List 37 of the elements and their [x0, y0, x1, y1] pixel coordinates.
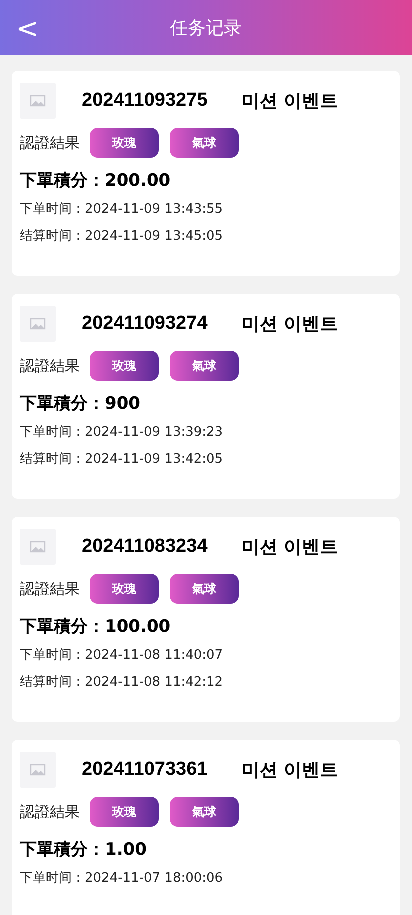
- record-title: 미션 이벤트: [242, 536, 338, 559]
- result-label: 認證結果: [20, 134, 80, 152]
- image-placeholder-icon: [20, 752, 56, 788]
- result-label: 認證結果: [20, 356, 80, 376]
- result-label: 認證結果: [20, 580, 80, 598]
- result-tag[interactable]: 玫瑰: [90, 797, 159, 827]
- back-button[interactable]: <: [8, 8, 48, 49]
- record-title: 미션 이벤트: [242, 90, 338, 113]
- order-time: 下单时间：2024-11-08 11:40:07: [20, 647, 224, 665]
- result-tag[interactable]: 氣球: [170, 797, 239, 827]
- order-number: 202411093274: [82, 313, 208, 335]
- order-number: 202411073361: [82, 759, 208, 781]
- settle-time: 结算时间：2024-11-09 13:45:05: [20, 228, 224, 246]
- settle-time: 结算时间：2024-11-09 13:42:05: [20, 451, 224, 469]
- result-tag[interactable]: 玫瑰: [90, 128, 159, 158]
- result-tag[interactable]: 玫瑰: [90, 351, 159, 381]
- order-time: 下单时间：2024-11-09 13:43:55: [20, 201, 224, 219]
- result-tag[interactable]: 氣球: [170, 128, 239, 158]
- order-time: 下单时间：2024-11-07 18:00:06: [20, 870, 224, 888]
- points-text: 下單積分：200.00: [20, 170, 172, 192]
- points-text: 下單積分：1.00: [20, 839, 148, 861]
- record-title: 미션 이벤트: [242, 759, 338, 782]
- order-number: 202411093275: [82, 90, 208, 112]
- result-label: 認證結果: [20, 802, 80, 822]
- image-placeholder-icon: [20, 306, 56, 342]
- page-title: 任务记录: [170, 16, 242, 40]
- points-text: 下單積分：100.00: [20, 616, 172, 638]
- settle-time: 结算时间：2024-11-08 11:42:12: [20, 674, 224, 692]
- result-tag[interactable]: 氣球: [170, 351, 239, 381]
- image-placeholder-icon: [20, 529, 56, 565]
- order-number: 202411083234: [82, 536, 208, 558]
- image-placeholder-icon: [20, 83, 56, 119]
- points-text: 下單積分：900: [20, 393, 142, 415]
- order-time: 下单时间：2024-11-09 13:39:23: [20, 424, 224, 442]
- record-title: 미션 이벤트: [242, 313, 338, 336]
- result-tag[interactable]: 氣球: [170, 574, 239, 604]
- result-tag[interactable]: 玫瑰: [90, 574, 159, 604]
